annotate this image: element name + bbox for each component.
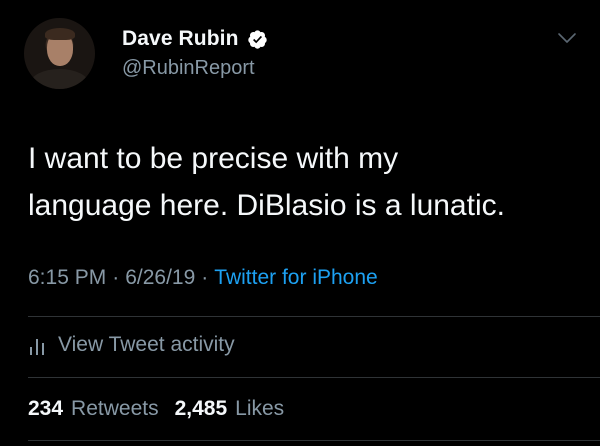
author-handle[interactable]: @RubinReport xyxy=(122,57,255,80)
tweet-time[interactable]: 6:15 PM xyxy=(28,266,106,290)
tweet-date[interactable]: 6/26/19 xyxy=(125,266,195,290)
view-tweet-activity-button[interactable]: View Tweet activity xyxy=(28,333,235,357)
meta-separator: · xyxy=(112,266,120,289)
tweet-source-link[interactable]: Twitter for iPhone xyxy=(214,266,377,290)
likes-label[interactable]: Likes xyxy=(235,397,284,421)
retweets-label[interactable]: Retweets xyxy=(71,397,159,421)
chevron-down-icon[interactable] xyxy=(556,30,578,46)
bar-chart-icon xyxy=(30,339,44,355)
tweet-meta: 6:15 PM · 6/26/19 · Twitter for iPhone xyxy=(28,266,378,290)
author-name-row[interactable]: Dave Rubin xyxy=(122,27,268,51)
retweets-count[interactable]: 234 xyxy=(28,397,63,421)
avatar-shoulders xyxy=(30,69,89,89)
likes-count[interactable]: 2,485 xyxy=(175,397,228,421)
avatar[interactable] xyxy=(24,18,95,89)
author-name[interactable]: Dave Rubin xyxy=(122,27,239,51)
divider xyxy=(28,316,600,317)
tweet-text-line-1: I want to be precise with my xyxy=(28,142,399,175)
tweet-text-line-2: language here. DiBlasio is a lunatic. xyxy=(28,189,505,222)
divider xyxy=(28,440,600,441)
meta-separator: · xyxy=(201,266,209,289)
verified-badge-icon xyxy=(247,29,267,49)
engagement-stats: 234 Retweets 2,485 Likes xyxy=(28,397,284,421)
divider xyxy=(28,377,600,378)
tweet-text: I want to be precise with my language he… xyxy=(28,135,588,229)
view-tweet-activity-label: View Tweet activity xyxy=(58,333,235,356)
avatar-hair xyxy=(45,28,75,40)
